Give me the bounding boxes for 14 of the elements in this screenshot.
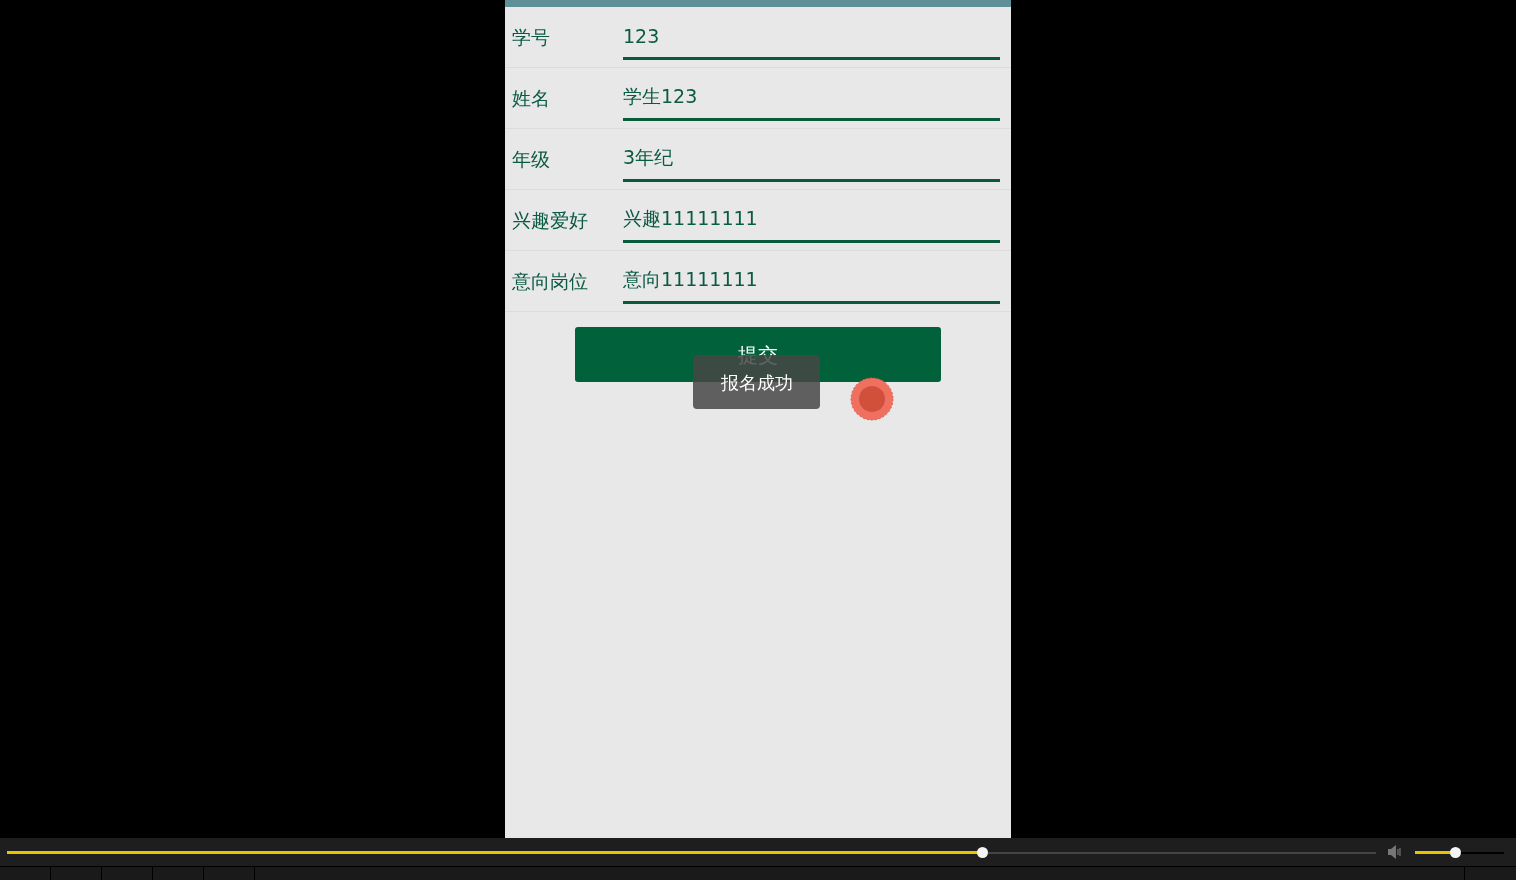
input-field[interactable]: 123 [623, 14, 1000, 60]
volume-icon[interactable] [1387, 845, 1404, 859]
input-field[interactable]: 兴趣11111111 [623, 197, 1000, 243]
field-label: 意向岗位 [512, 268, 589, 294]
field-label: 兴趣爱好 [512, 207, 589, 233]
slider-thumb[interactable] [976, 846, 988, 858]
field-label: 学号 [512, 24, 551, 50]
tap-indicator [850, 377, 894, 421]
field-label: 年级 [512, 146, 551, 172]
input-field[interactable]: 学生123 [623, 75, 1000, 121]
input-field[interactable]: 3年纪 [623, 136, 1000, 182]
slider-thumb[interactable] [1450, 846, 1462, 858]
field-label: 姓名 [512, 85, 551, 111]
input-field[interactable]: 意向11111111 [623, 258, 1000, 304]
